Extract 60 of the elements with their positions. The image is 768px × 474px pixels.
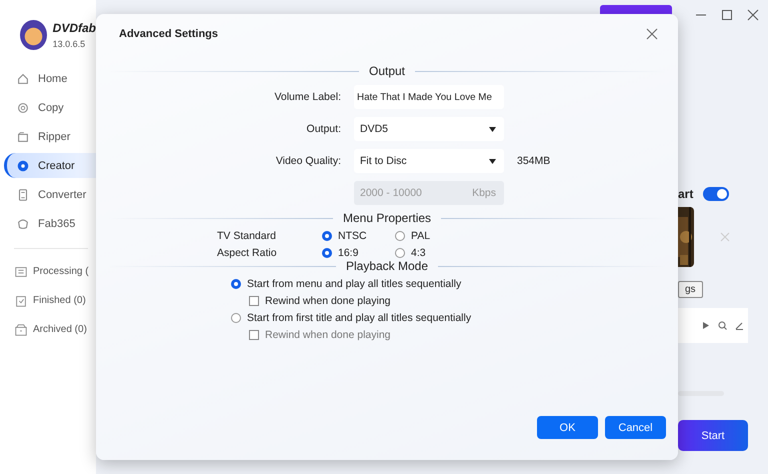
dialog-button[interactable]: Cancel <box>605 416 666 439</box>
field-label: TV Standard <box>217 230 277 242</box>
home-icon <box>16 72 30 86</box>
box-icon <box>16 130 30 144</box>
section-heading: Output <box>368 64 406 78</box>
checkbox-option[interactable]: Rewind when done playing <box>249 295 666 307</box>
radio-option[interactable]: Start from first title and play all titles sequentially <box>231 312 666 324</box>
sidebar-item[interactable]: Finished (0) <box>4 288 96 313</box>
disc-icon <box>16 100 30 114</box>
archive-icon <box>14 322 28 336</box>
radio-option[interactable]: NTSC <box>322 230 395 242</box>
radio-button[interactable] <box>395 231 405 241</box>
option-label: art <box>678 187 694 201</box>
section-heading: Playback Mode <box>346 259 428 273</box>
volume-label-field[interactable]: Hate That I Made You Love Me <box>354 85 504 109</box>
sidebar-item[interactable]: Copy <box>4 95 96 120</box>
section-heading: Menu Properties <box>342 211 432 225</box>
edit-icon[interactable] <box>735 321 744 330</box>
field-label: Volume Label: <box>273 91 341 103</box>
sidebar-item[interactable]: Home <box>4 66 96 91</box>
caret-icon <box>489 126 496 132</box>
play-icon[interactable] <box>701 321 710 330</box>
field-label: Aspect Ratio <box>217 247 278 259</box>
field-label: Output: <box>306 123 341 135</box>
toggle-switch[interactable] <box>703 187 730 201</box>
close-icon[interactable] <box>646 28 658 40</box>
sidebar-item[interactable]: Processing ( <box>4 259 96 284</box>
radio-button[interactable] <box>322 248 332 258</box>
caret-icon <box>489 158 496 164</box>
start-button[interactable]: Start <box>678 420 748 451</box>
sidebar-item[interactable]: Converter <box>4 182 96 207</box>
dialog-title: Advanced Settings <box>119 28 218 40</box>
radio-option[interactable]: Start from menu and play all titles sequentially <box>231 278 666 290</box>
app-name: DVDfab <box>52 21 96 35</box>
radio-button[interactable] <box>395 248 405 258</box>
size-text: 354MB <box>517 155 552 167</box>
sidebar-item[interactable]: Creator <box>4 153 96 178</box>
maximize-icon[interactable] <box>720 8 734 22</box>
sidebar-item[interactable]: Fab365 <box>4 211 96 236</box>
clipboard-icon <box>14 294 28 308</box>
output-dropdown[interactable]: DVD5 <box>354 117 504 141</box>
sidebar-item[interactable]: Archived (0) <box>4 317 96 342</box>
radio-button[interactable] <box>231 279 241 289</box>
quality-dropdown[interactable]: Fit to Disc <box>354 149 504 173</box>
list-icon <box>14 264 28 278</box>
checkbox[interactable] <box>249 296 259 306</box>
radio-button[interactable] <box>231 313 241 323</box>
field-label: Video Quality: <box>274 155 341 167</box>
app-version: 13.0.6.5 <box>52 39 86 49</box>
disc-icon <box>16 158 30 172</box>
dialog-button[interactable]: OK <box>537 416 598 439</box>
radio-option[interactable]: 4:3 <box>395 247 666 259</box>
logo-avatar <box>20 20 47 50</box>
settings-button[interactable]: gs <box>678 281 703 298</box>
radio-button[interactable] <box>322 231 332 241</box>
radio-option[interactable]: PAL <box>395 230 666 242</box>
radio-option[interactable]: 16:9 <box>322 247 395 259</box>
close-icon[interactable] <box>746 8 760 22</box>
search-icon[interactable] <box>718 321 727 330</box>
sidebar-item[interactable]: Ripper <box>4 124 96 149</box>
